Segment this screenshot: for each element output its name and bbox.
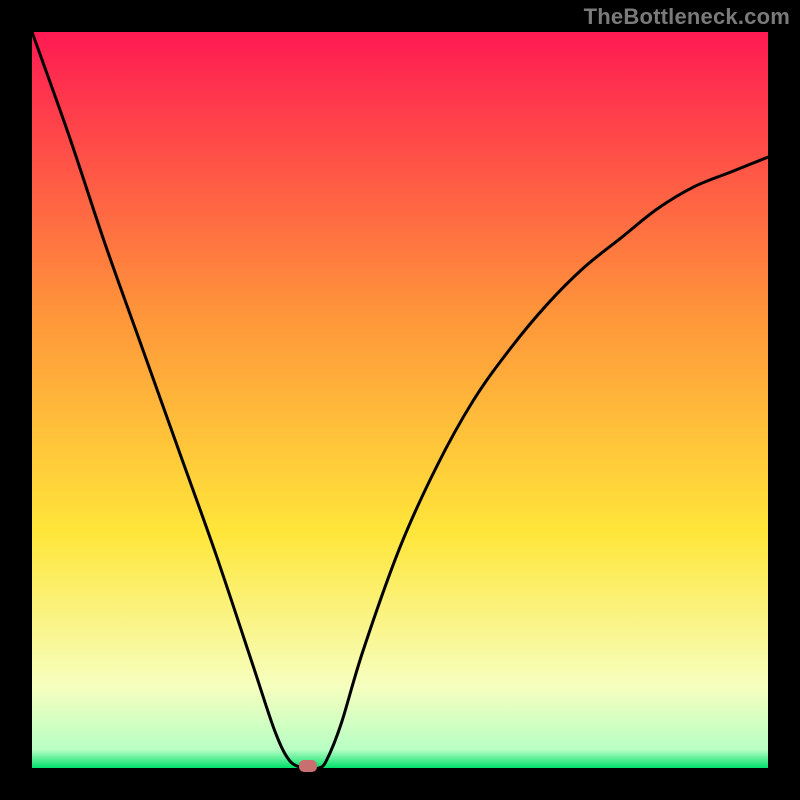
chart-frame: { "watermark": "TheBottleneck.com", "col… [0, 0, 800, 800]
watermark-text: TheBottleneck.com [584, 4, 790, 30]
plot-background [32, 32, 768, 768]
chart-svg [0, 0, 800, 800]
minimum-marker [299, 760, 317, 772]
